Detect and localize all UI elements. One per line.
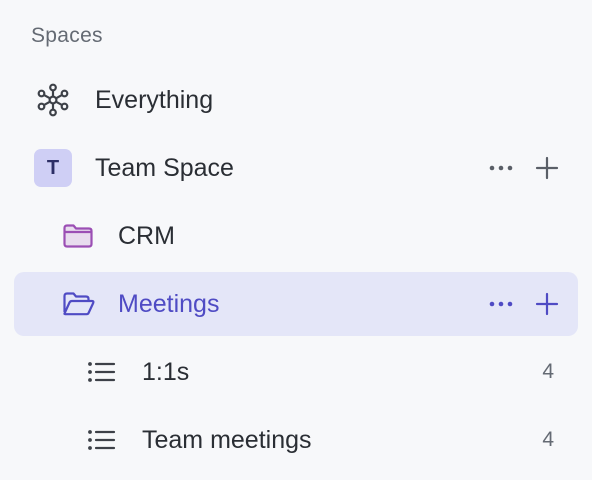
add-icon[interactable] (534, 291, 560, 317)
sidebar-item-1-1s[interactable]: 1:1s 4 (14, 340, 578, 404)
space-avatar: T (34, 149, 72, 187)
sidebar-item-team-space[interactable]: T Team Space (14, 136, 578, 200)
sidebar-item-label: Team Space (95, 153, 234, 182)
hub-icon (36, 83, 70, 117)
row-actions (488, 155, 560, 181)
sidebar-item-crm[interactable]: CRM (14, 204, 578, 268)
avatar-letter: T (34, 149, 72, 187)
list-icon (87, 360, 117, 384)
list-item-label: 1:1s (142, 357, 190, 386)
sidebar-item-label: CRM (118, 221, 175, 250)
sidebar-item-label: Everything (95, 85, 214, 114)
row-actions (488, 291, 560, 317)
list-icon (87, 428, 117, 452)
more-options-icon[interactable] (488, 155, 514, 181)
spaces-sidebar: Spaces Everything T Team Space CRM Meeti… (0, 0, 592, 480)
task-count: 4 (542, 360, 554, 383)
list-item-label: Team meetings (142, 425, 312, 454)
sidebar-item-label: Meetings (118, 289, 220, 318)
section-title: Spaces (31, 24, 103, 47)
folder-open-icon (62, 290, 96, 318)
more-options-icon[interactable] (488, 291, 514, 317)
sidebar-item-meetings[interactable]: Meetings (14, 272, 578, 336)
add-icon[interactable] (534, 155, 560, 181)
sidebar-item-everything[interactable]: Everything (14, 68, 578, 132)
sidebar-item-team-meetings[interactable]: Team meetings 4 (14, 408, 578, 472)
task-count: 4 (542, 428, 554, 451)
folder-icon (62, 222, 94, 250)
